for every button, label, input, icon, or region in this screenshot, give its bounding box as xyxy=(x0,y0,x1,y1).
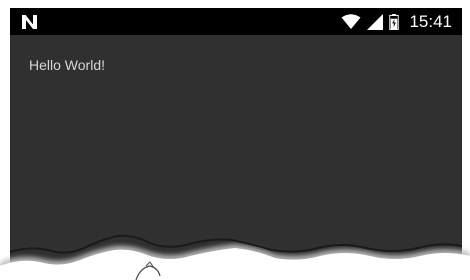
app-content: Hello World! xyxy=(10,35,462,280)
wifi-icon xyxy=(341,13,361,29)
device-screen: 15:41 Hello World! xyxy=(10,8,462,280)
status-icons: 15:41 xyxy=(341,8,452,35)
cell-signal-icon xyxy=(367,13,384,30)
status-bar: 15:41 xyxy=(10,8,462,35)
screenshot-stage: 15:41 Hello World! xyxy=(0,0,470,280)
n-notification-icon xyxy=(22,14,37,29)
hello-text: Hello World! xyxy=(29,57,105,73)
battery-icon xyxy=(389,13,400,30)
status-time: 15:41 xyxy=(409,11,452,31)
